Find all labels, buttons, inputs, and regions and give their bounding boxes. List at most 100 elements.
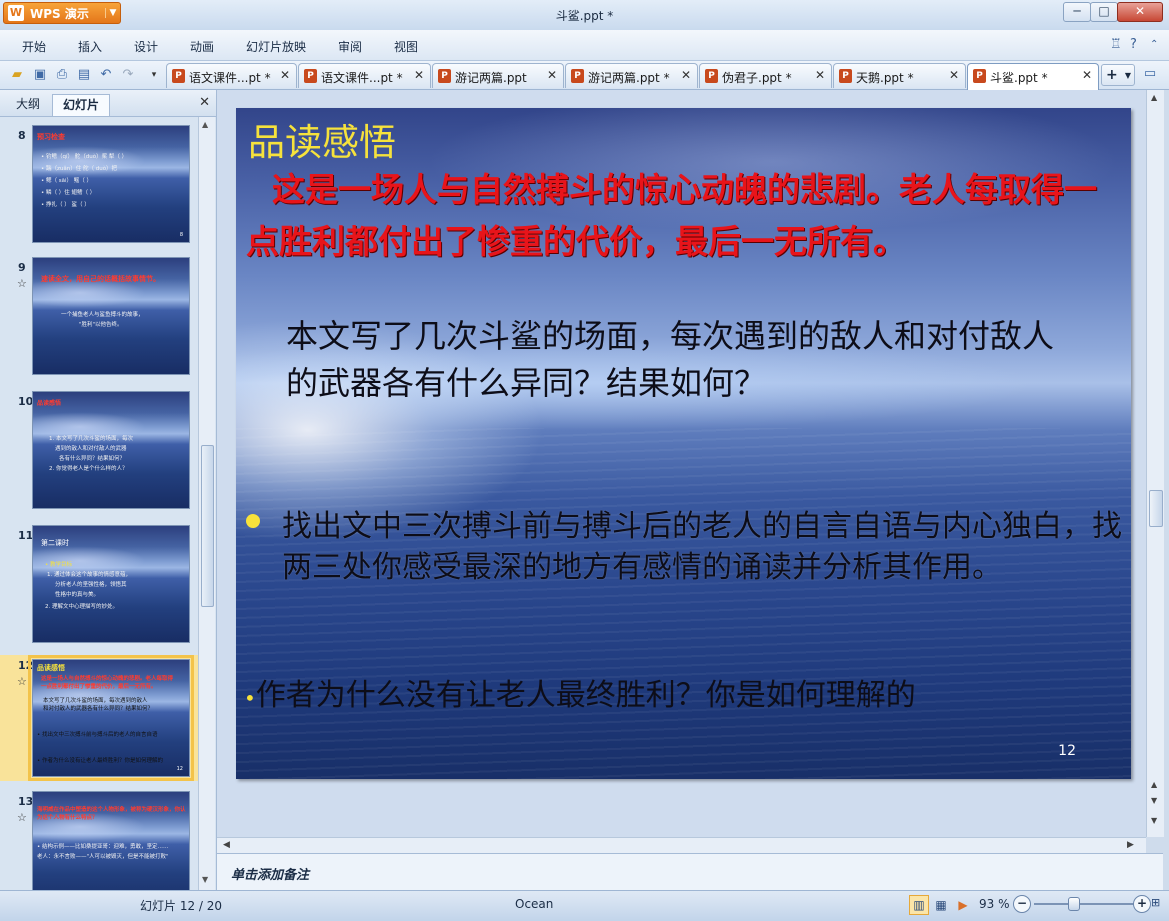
menu-home[interactable]: 开始 [22,38,46,55]
zoom-slider-track[interactable] [1034,903,1134,905]
menu-view[interactable]: 视图 [394,38,418,55]
zoom-level[interactable]: 93 % [979,897,1010,911]
slide-thumbnail[interactable]: 13 ☆ 海明威在作品中塑造的这个人物形象，被称为硬汉形象，你认为这个人物有什么… [0,791,199,890]
menu-slideshow[interactable]: 幻灯片放映 [246,38,306,55]
close-panel-icon[interactable]: ✕ [199,95,210,110]
menu-bar: 开始 插入 设计 动画 幻灯片放映 审阅 视图 ♖ ? ⌃ [0,30,1169,61]
close-window-button[interactable]: ✕ [1117,2,1163,22]
mini-line: 一个捕鱼老人与鲨鱼搏斗的故事， [61,312,144,318]
tab-label: 语文课件...pt * [189,71,271,85]
slide-question-1[interactable]: 本文写了几次斗鲨的场面，每次遇到的敌人和对付敌人的武器各有什么异同？结果如何？ [286,313,1056,407]
slide-intro-text[interactable]: 这是一场人与自然搏斗的惊心动魄的悲剧。老人每取得一点胜利都付出了惨重的代价，最后… [246,164,1126,268]
tab-slides[interactable]: 幻灯片 [52,94,111,116]
tab-label: 语文课件...pt * [321,71,403,85]
chevron-down-icon[interactable]: ▼ [1125,65,1131,86]
notes-pane[interactable]: 单击添加备注 [217,853,1163,891]
close-tab-icon[interactable]: ✕ [414,68,424,82]
redo-icon[interactable]: ↷ [119,66,137,84]
document-tab[interactable]: P 游记两篇.ppt ✕ [432,63,564,88]
scroll-left-icon[interactable]: ◀ [223,840,230,850]
slide-thumbnail[interactable]: 10 品读感悟 1. 本文写了几次斗鲨的场面，每次 遇到的敌人和对付敌人的武器 … [0,391,199,513]
close-tab-icon[interactable]: ✕ [280,68,290,82]
open-folder-icon[interactable]: ▰ [8,66,26,84]
quick-access-toolbar: ▰ ▣ ⎙ ▤ ↶ ↷ ▾ P 语文课件...pt * ✕ P 语文课件...p… [0,61,1169,90]
new-tab-button[interactable]: + ▼ [1101,64,1135,86]
window-layout-icon[interactable]: ▭ [1140,66,1160,84]
menu-review[interactable]: 审阅 [338,38,362,55]
document-tab[interactable]: P 语文课件...pt * ✕ [166,63,297,88]
mini-line: • 教学目标 [45,562,72,568]
fit-to-window-icon[interactable]: ⊞ [1151,896,1165,910]
slide-thumbnail[interactable]: 9 ☆ 速读全文，用自己的话概括故事情节。 一个捕鱼老人与鲨鱼搏斗的故事， "胜… [0,257,199,379]
tab-outline[interactable]: 大纲 [6,94,50,116]
zoom-out-button[interactable]: − [1013,895,1031,913]
slide-thumbnail[interactable]: 8 预习检查 • 钓鳍（qí） 舵（duò）桨 犁（ ） • 踹（zuǎn）住 … [0,125,199,247]
thumbnail-scrollbar[interactable]: ▲ ▼ [198,117,215,890]
tab-label: 伪君子.ppt * [722,71,792,85]
slide-sorter-view-icon[interactable]: ▦ [931,895,951,915]
close-tab-icon[interactable]: ✕ [1082,68,1092,82]
slide-question-3-text[interactable]: 作者为什么没有让老人最终胜利？你是如何理解的 [256,678,916,713]
undo-icon[interactable]: ↶ [97,66,115,84]
slide-thumbnail[interactable]: 11 第二课时 • 教学目标 1. 通过体会这个故事的情感意蕴， 分析老人的坚强… [0,525,199,647]
bullet-dot-icon [246,514,260,528]
slide-page-number: 12 [1058,743,1076,759]
slide-question-3[interactable]: •作者为什么没有让老人最终胜利？你是如何理解的 [244,670,1124,714]
scroll-down-icon[interactable]: ▼ [202,875,208,884]
mini-title: 品读感悟 [37,400,62,407]
slideshow-view-icon[interactable]: ▶ [953,895,973,915]
zoom-slider-knob[interactable] [1068,897,1080,911]
scrollbar-thumb[interactable] [201,445,214,607]
print-icon[interactable]: ⎙ [53,66,71,84]
document-tab[interactable]: P 天鹅.ppt * ✕ [833,63,966,88]
slide-number: 9 [18,261,26,274]
current-slide[interactable]: 品读感悟 这是一场人与自然搏斗的惊心动魄的悲剧。老人每取得一点胜利都付出了惨重的… [236,108,1131,779]
menu-insert[interactable]: 插入 [78,38,102,55]
scrollbar-thumb[interactable] [1149,490,1163,527]
canvas-horizontal-scrollbar[interactable]: ◀ ▶ [217,837,1146,854]
document-tab[interactable]: P 伪君子.ppt * ✕ [699,63,832,88]
slide-preview[interactable]: 海明威在作品中塑造的这个人物形象，被称为硬汉形象，你认为这个人物有什么特点？ •… [32,791,190,890]
scroll-up-icon[interactable]: ▲ [202,120,208,129]
slide-question-2[interactable]: 找出文中三次搏斗前与搏斗后的老人的自言自语与内心独白，找两三处你感受最深的地方有… [282,506,1127,588]
scroll-down-icon[interactable]: ▼ [1151,816,1157,825]
normal-view-icon[interactable]: ▥ [909,895,929,915]
minimize-button[interactable]: ─ [1063,2,1091,22]
slide-preview[interactable]: 第二课时 • 教学目标 1. 通过体会这个故事的情感意蕴， 分析老人的坚强性格，… [32,525,190,643]
close-tab-icon[interactable]: ✕ [815,68,825,82]
mini-line: • 结构示例——比如桑提亚哥：迎难，勇敢，坚定…… [37,844,169,850]
help-icon[interactable]: ? [1130,37,1137,52]
scroll-down-icon[interactable]: ▼ [1151,796,1157,805]
slide-thumbnail-selected[interactable]: 12 ☆ 品读感悟 这是一场人与自然搏斗的惊心动魄的悲剧。老人每取得 一点胜利都… [0,655,199,781]
mini-line: • 找出文中三次搏斗前与搏斗后的老人的自言自语 [37,732,158,738]
scroll-right-icon[interactable]: ▶ [1127,840,1134,850]
document-tab[interactable]: P 游记两篇.ppt * ✕ [565,63,698,88]
slide-preview[interactable]: 速读全文，用自己的话概括故事情节。 一个捕鱼老人与鲨鱼搏斗的故事， "胜利"以他… [32,257,190,375]
menu-design[interactable]: 设计 [134,38,158,55]
slide-thumbnail-list: 8 预习检查 • 钓鳍（qí） 舵（duò）桨 犁（ ） • 踹（zuǎn）住 … [0,117,199,890]
ppt-file-icon: P [839,69,852,83]
mini-line: 这是一场人与自然搏斗的惊心动魄的悲剧。老人每取得 [41,676,174,682]
zoom-in-button[interactable]: + [1133,895,1151,913]
slide-preview[interactable]: 品读感悟 这是一场人与自然搏斗的惊心动魄的悲剧。老人每取得 一点胜利都付出了惨重… [28,655,194,781]
document-tab-active[interactable]: P 斗鲨.ppt * ✕ [967,63,1099,90]
skin-icon[interactable]: ♖ [1110,37,1122,52]
print-preview-icon[interactable]: ▤ [75,66,93,84]
document-tab[interactable]: P 语文课件...pt * ✕ [298,63,431,88]
close-tab-icon[interactable]: ✕ [547,68,557,82]
chevron-up-icon[interactable]: ⌃ [1150,39,1158,50]
slide-preview[interactable]: 品读感悟 1. 本文写了几次斗鲨的场面，每次 遇到的敌人和对付敌人的武器 各有什… [32,391,190,509]
close-tab-icon[interactable]: ✕ [949,68,959,82]
scroll-up-icon[interactable]: ▲ [1151,93,1157,102]
mini-line: 遇到的敌人和对付敌人的武器 [55,446,127,452]
canvas-vertical-scrollbar[interactable]: ▲ ▲ ▼ ▼ [1146,90,1164,837]
scroll-down-icon[interactable]: ▲ [1151,780,1157,789]
customize-toolbar-icon[interactable]: ▾ [145,66,163,84]
notes-placeholder[interactable]: 单击添加备注 [231,864,309,883]
slide-title[interactable]: 品读感悟 [248,112,396,166]
save-icon[interactable]: ▣ [31,66,49,84]
slide-preview[interactable]: 预习检查 • 钓鳍（qí） 舵（duò）桨 犁（ ） • 踹（zuǎn）住 舵（… [32,125,190,243]
maximize-button[interactable]: □ [1090,2,1118,22]
menu-animation[interactable]: 动画 [190,38,214,55]
close-tab-icon[interactable]: ✕ [681,68,691,82]
